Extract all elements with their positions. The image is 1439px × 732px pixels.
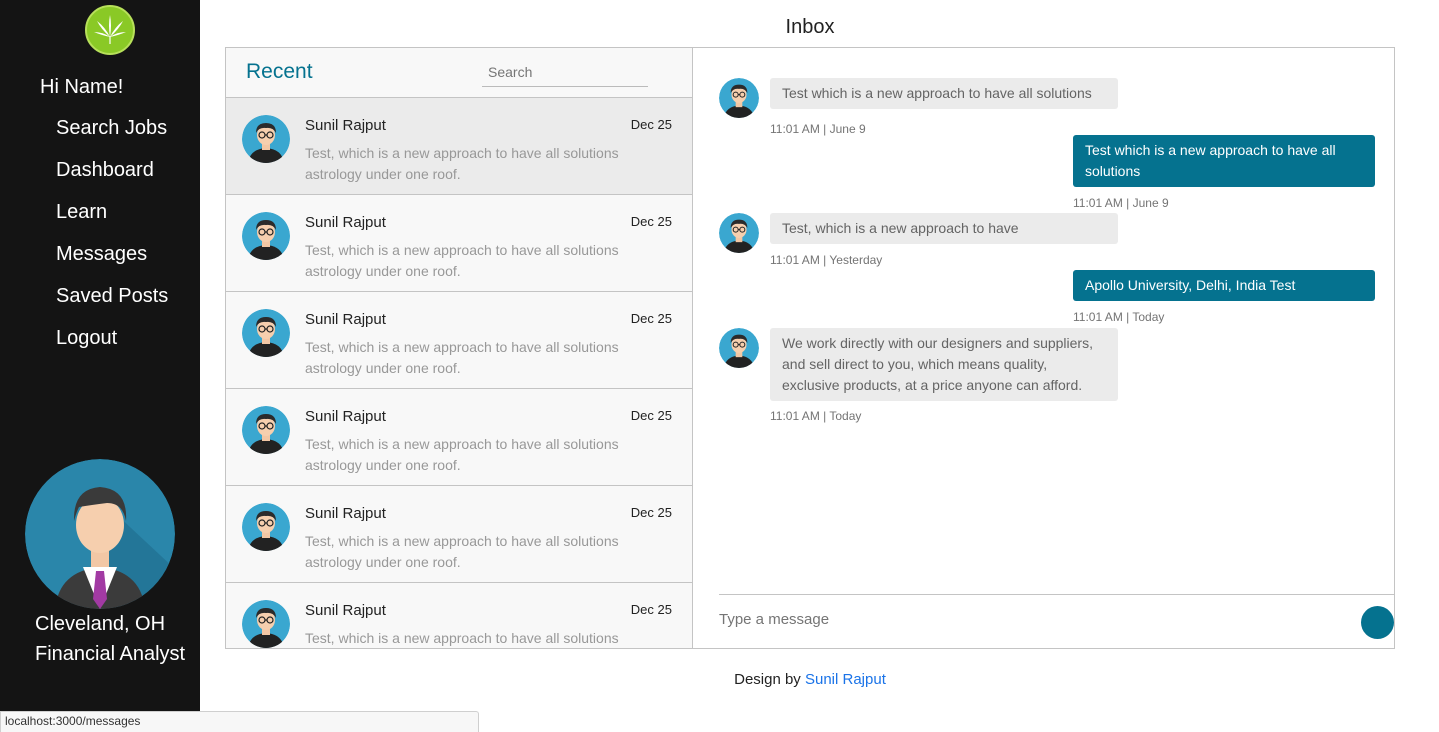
nav-dashboard[interactable]: Dashboard xyxy=(56,159,168,201)
conversation-preview: Test, which is a new approach to have al… xyxy=(305,242,619,279)
user-avatar-icon xyxy=(719,213,759,253)
nav-messages[interactable]: Messages xyxy=(56,243,168,285)
conversation-preview: Test, which is a new approach to have al… xyxy=(305,436,619,473)
conversation-item[interactable]: Sunil Rajput Dec 25 Test, which is a new a… xyxy=(226,486,692,583)
user-avatar-icon xyxy=(242,115,290,163)
outgoing-message-bubble: Test which is a new approach to have all… xyxy=(1073,135,1375,187)
incoming-message-bubble: Test which is a new approach to have all… xyxy=(770,78,1118,109)
cannabis-leaf-icon[interactable] xyxy=(85,5,135,55)
conversation-date: Dec 25 xyxy=(630,408,672,423)
conversation-name: Sunil Rajput xyxy=(305,408,386,425)
nav-learn[interactable]: Learn xyxy=(56,201,168,243)
message-timestamp: 11:01 AM | Today xyxy=(1073,310,1165,324)
conversation-preview: Test, which is a new approach to have al… xyxy=(305,339,619,376)
nav-search-jobs[interactable]: Search Jobs xyxy=(56,117,168,159)
conversation-name: Sunil Rajput xyxy=(305,117,386,134)
conversation-date: Dec 25 xyxy=(630,602,672,617)
profile-avatar xyxy=(25,459,175,609)
conversation-item[interactable]: Sunil Rajput Dec 25 Test, which is a new a… xyxy=(226,389,692,486)
conversation-date: Dec 25 xyxy=(630,311,672,326)
profile-location: Cleveland, OH xyxy=(35,613,166,635)
message-timestamp: 11:01 AM | June 9 xyxy=(770,122,866,136)
conversation-preview: Test, which is a new approach to have al… xyxy=(305,145,619,182)
conversation-item[interactable]: Sunil Rajput Dec 25 Test, which is a new a… xyxy=(226,583,692,648)
incoming-message-bubble: Test, which is a new approach to have xyxy=(770,213,1118,244)
conversation-list-panel: Recent Sunil Rajput Dec 25 Test, which is … xyxy=(226,48,693,648)
user-avatar-icon xyxy=(242,406,290,454)
outgoing-message-bubble: Apollo University, Delhi, India Test xyxy=(1073,270,1375,301)
user-avatar-icon xyxy=(719,328,759,368)
search-input[interactable] xyxy=(482,58,648,87)
profile-job-title: Financial Analyst xyxy=(35,643,186,665)
conversation-name: Sunil Rajput xyxy=(305,214,386,231)
conversation-item[interactable]: Sunil Rajput Dec 25 Test, which is a new a… xyxy=(226,195,692,292)
conversation-date: Dec 25 xyxy=(630,117,672,132)
conversation-date: Dec 25 xyxy=(630,505,672,520)
sidebar-nav: Search Jobs Dashboard Learn Messages Sav… xyxy=(56,117,168,369)
conversation-item[interactable]: Sunil Rajput Dec 25 Test, which is a new a… xyxy=(226,292,692,389)
conversation-item[interactable]: Sunil Rajput Dec 25 Test, which is a new a… xyxy=(226,98,692,195)
conversation-preview: Test, which is a new approach to have al… xyxy=(305,533,619,570)
message-input[interactable] xyxy=(719,605,1319,633)
footer-prefix: Design by xyxy=(734,671,801,688)
composer xyxy=(719,594,1395,648)
user-avatar-icon xyxy=(719,78,759,118)
outgoing-message: Test which is a new approach to have all… xyxy=(1073,135,1375,210)
message-timestamp: 11:01 AM | June 9 xyxy=(1073,196,1169,210)
nav-logout[interactable]: Logout xyxy=(56,327,168,369)
recent-heading: Recent xyxy=(246,60,313,83)
conversation-preview: Test, which is a new approach to have al… xyxy=(305,630,619,646)
user-avatar-icon xyxy=(242,212,290,260)
send-button[interactable] xyxy=(1361,606,1394,639)
browser-status-bar: localhost:3000/messages xyxy=(0,711,479,732)
message-thread-panel: Test which is a new approach to have all… xyxy=(694,48,1395,648)
message-timestamp: 11:01 AM | Today xyxy=(770,409,862,423)
messaging-container: Recent Sunil Rajput Dec 25 Test, which is … xyxy=(225,47,1395,649)
message-timestamp: 11:01 AM | Yesterday xyxy=(770,253,883,267)
footer: Design by Sunil Rajput xyxy=(225,671,1395,688)
footer-author-link[interactable]: Sunil Rajput xyxy=(805,671,886,688)
incoming-message-bubble: We work directly with our designers and … xyxy=(770,328,1118,401)
outgoing-message: Apollo University, Delhi, India Test 11:0… xyxy=(1073,270,1375,324)
conversation-name: Sunil Rajput xyxy=(305,505,386,522)
conversation-name: Sunil Rajput xyxy=(305,311,386,328)
page-title: Inbox xyxy=(785,16,835,38)
greeting: Hi Name! xyxy=(40,76,124,98)
sidebar: Hi Name! Search Jobs Dashboard Learn Mes… xyxy=(0,0,200,732)
nav-saved-posts[interactable]: Saved Posts xyxy=(56,285,168,327)
conversation-list-header: Recent xyxy=(226,48,692,98)
conversation-date: Dec 25 xyxy=(630,214,672,229)
user-avatar-icon xyxy=(242,600,290,648)
conversation-name: Sunil Rajput xyxy=(305,602,386,619)
user-avatar-icon xyxy=(242,503,290,551)
user-avatar-icon xyxy=(242,309,290,357)
conversation-list: Sunil Rajput Dec 25 Test, which is a new a… xyxy=(226,98,692,648)
